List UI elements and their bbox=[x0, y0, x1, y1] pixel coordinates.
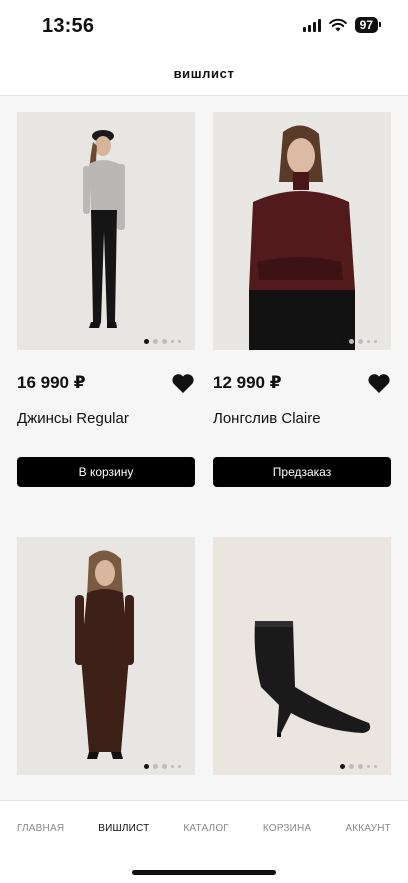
product-card[interactable]: 12 990 ₽ Лонгслив Claire Предзаказ bbox=[213, 112, 391, 487]
product-image[interactable] bbox=[213, 537, 391, 775]
product-card[interactable] bbox=[213, 537, 391, 775]
heart-icon[interactable] bbox=[171, 372, 195, 394]
carousel-dots bbox=[340, 339, 377, 344]
heart-icon[interactable] bbox=[367, 372, 391, 394]
price-row: 12 990 ₽ bbox=[213, 372, 391, 394]
product-image[interactable] bbox=[17, 537, 195, 775]
home-indicator bbox=[132, 870, 276, 875]
status-icons: 97 bbox=[302, 17, 382, 33]
tab-wishlist[interactable]: ВИШЛИСТ bbox=[98, 823, 149, 834]
tab-account[interactable]: АККАУНТ bbox=[345, 823, 391, 834]
product-price: 12 990 ₽ bbox=[213, 373, 282, 392]
price-row: 16 990 ₽ bbox=[17, 372, 195, 394]
product-image[interactable] bbox=[17, 112, 195, 350]
tab-cart[interactable]: КОРЗИНА bbox=[263, 823, 311, 834]
product-card[interactable] bbox=[17, 537, 195, 775]
tab-bar: ГЛАВНАЯ ВИШЛИСТ КАТАЛОГ КОРЗИНА АККАУНТ bbox=[0, 800, 408, 883]
carousel-dots bbox=[144, 764, 181, 769]
tab-home[interactable]: ГЛАВНАЯ bbox=[17, 823, 64, 834]
preorder-button[interactable]: Предзаказ bbox=[213, 457, 391, 487]
carousel-dots bbox=[340, 764, 377, 769]
product-price: 16 990 ₽ bbox=[17, 373, 86, 392]
header: вишлист bbox=[0, 52, 408, 96]
page-title: вишлист bbox=[173, 66, 235, 81]
status-bar: 13:56 97 bbox=[0, 0, 408, 52]
tab-catalog[interactable]: КАТАЛОГ bbox=[183, 823, 229, 834]
status-time: 13:56 bbox=[42, 15, 95, 37]
product-name[interactable]: Лонгслив Claire bbox=[213, 410, 391, 427]
product-name[interactable]: Джинсы Regular bbox=[17, 410, 195, 427]
battery-icon: 97 bbox=[354, 17, 382, 33]
product-image[interactable] bbox=[213, 112, 391, 350]
carousel-dots bbox=[144, 339, 181, 344]
add-to-cart-button[interactable]: В корзину bbox=[17, 457, 195, 487]
wifi-icon bbox=[328, 18, 347, 32]
product-card[interactable]: 16 990 ₽ Джинсы Regular В корзину bbox=[17, 112, 195, 487]
signal-icon bbox=[302, 18, 321, 32]
product-grid: 16 990 ₽ Джинсы Regular В корзину 12 990… bbox=[17, 112, 391, 800]
